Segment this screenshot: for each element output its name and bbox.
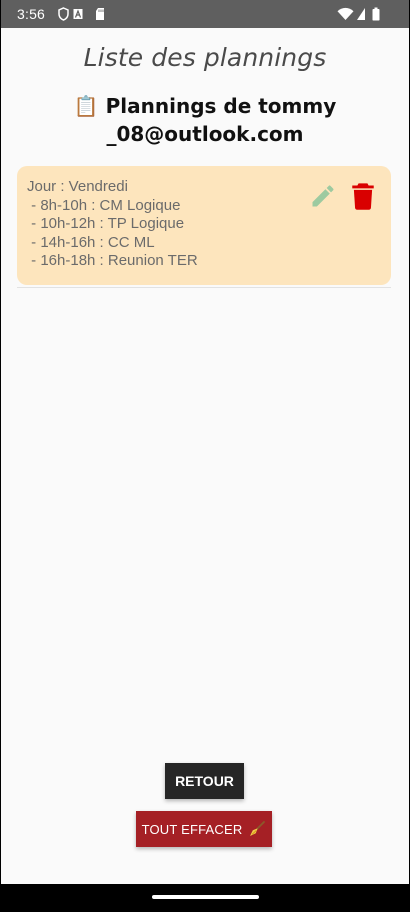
signal-icon — [357, 7, 365, 21]
shield-icon — [58, 7, 69, 21]
planning-slot: - 8h-10h : CM Logique — [27, 196, 181, 214]
planning-card: Jour : Vendredi - 8h-10h : CM Logique - … — [17, 166, 391, 285]
planning-slot: - 16h-18h : Reunion TER — [27, 252, 198, 270]
back-button-label: RETOUR — [175, 773, 234, 789]
trash-icon — [352, 183, 374, 210]
planning-slot: - 10h-12h : TP Logique — [27, 215, 185, 233]
status-bar: 3:56 — [1, 0, 409, 28]
pencil-icon — [312, 185, 334, 207]
planning-slot: - 14h-16h : CC ML — [27, 233, 155, 251]
delete-planning-button[interactable] — [351, 182, 375, 210]
edit-planning-button[interactable] — [309, 182, 337, 210]
sd-card-icon — [95, 7, 105, 21]
navigation-bar — [1, 884, 409, 912]
a-badge-icon — [73, 7, 83, 21]
clear-all-button[interactable]: TOUT EFFACER — [136, 811, 272, 847]
broom-icon — [248, 820, 266, 838]
home-indicator[interactable] — [152, 895, 259, 899]
planning-day: Jour : Vendredi — [27, 178, 128, 195]
wifi-icon — [337, 7, 354, 21]
app-screen: 3:56 Liste des plannings 📋 Plannings de … — [1, 0, 409, 912]
status-time: 3:56 — [17, 6, 46, 22]
battery-icon — [372, 7, 380, 21]
user-plannings-heading: 📋 Plannings de tommy _08@outlook.com — [73, 94, 337, 146]
planning-details: Jour : Vendredi - 8h-10h : CM Logique - … — [27, 178, 307, 271]
back-button[interactable]: RETOUR — [165, 763, 244, 799]
list-divider — [17, 287, 391, 288]
clear-all-label: TOUT EFFACER — [141, 821, 243, 837]
page-title: Liste des plannings — [83, 43, 327, 72]
